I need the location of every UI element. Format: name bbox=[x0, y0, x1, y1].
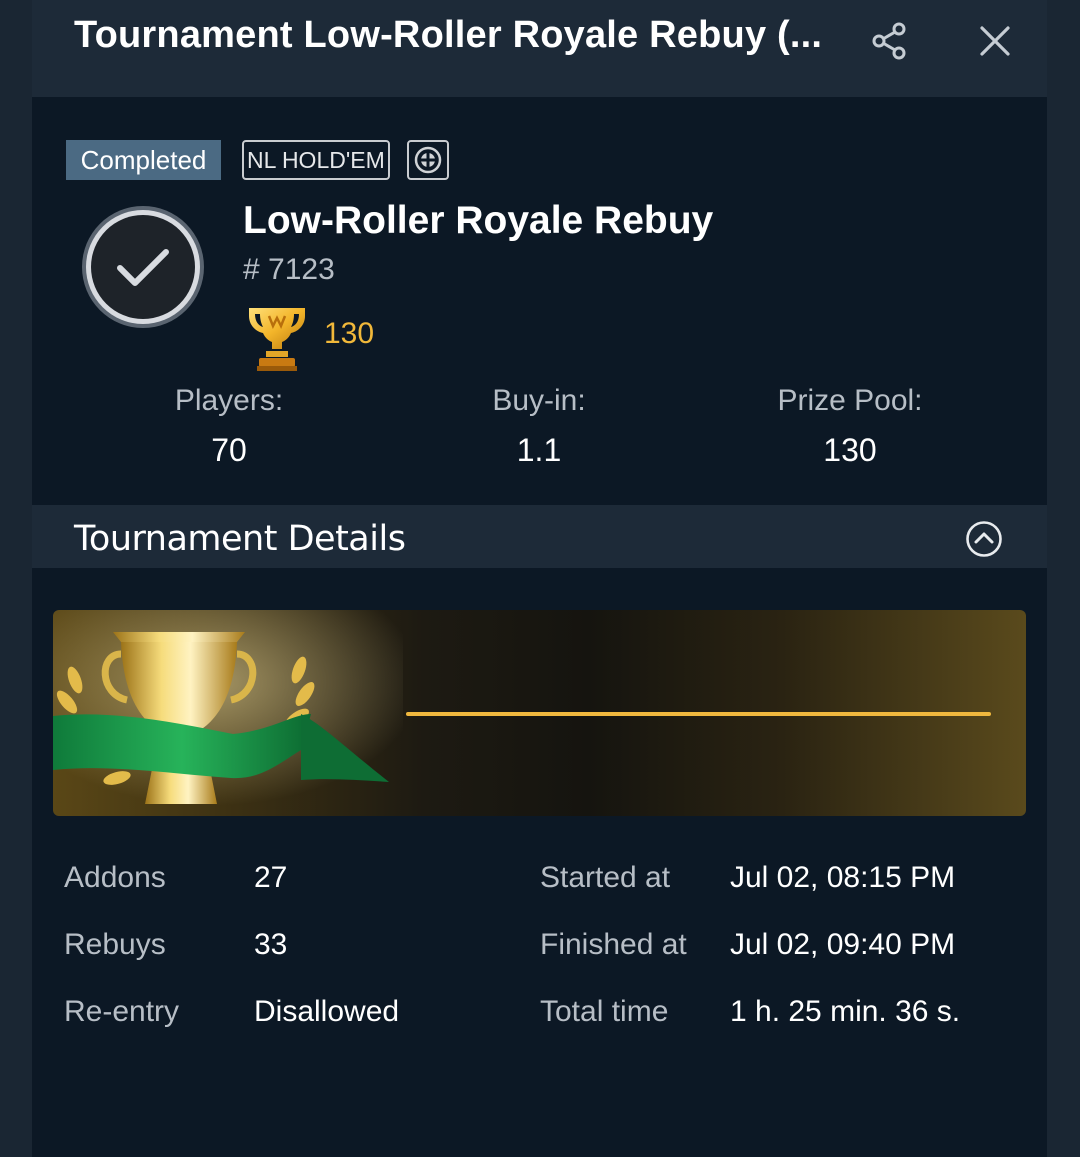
detail-value-rebuys: 33 bbox=[254, 928, 288, 961]
stat-value: 130 bbox=[823, 432, 877, 468]
trophy-icon bbox=[249, 308, 305, 371]
detail-value-total-time: 1 h. 25 min. 36 s. bbox=[730, 995, 961, 1028]
stat-buy-in: Buy-in: 1.1 bbox=[409, 384, 669, 469]
detail-value-re-entry: Disallowed bbox=[254, 995, 400, 1028]
status-check-indicator bbox=[78, 202, 208, 332]
game-option-icon bbox=[414, 146, 442, 174]
stat-players: Players: 70 bbox=[99, 384, 359, 469]
detail-label-started: Started at bbox=[540, 861, 671, 894]
stat-label: Buy-in: bbox=[492, 384, 586, 417]
winner-trophy bbox=[239, 300, 315, 376]
details-section-header[interactable]: Tournament Details bbox=[32, 505, 1047, 568]
left-edge bbox=[0, 0, 32, 1157]
check-circle-icon bbox=[82, 206, 204, 328]
stat-prize-pool: Prize Pool: 130 bbox=[720, 384, 980, 469]
app-header: Tournament Low-Roller Royale Rebuy (... bbox=[32, 0, 1047, 97]
share-button[interactable] bbox=[870, 20, 912, 62]
section-title: Tournament Details bbox=[74, 519, 406, 559]
status-badge: Completed bbox=[66, 140, 221, 180]
share-icon bbox=[872, 22, 906, 60]
trophy-laurel-illustration bbox=[53, 610, 403, 816]
detail-label-rebuys: Rebuys bbox=[64, 928, 166, 961]
chevron-up-circle-icon bbox=[966, 521, 1002, 557]
stat-label: Players: bbox=[174, 384, 284, 417]
collapse-button[interactable] bbox=[965, 520, 1003, 558]
close-icon bbox=[980, 26, 1010, 56]
right-edge bbox=[1046, 0, 1080, 1157]
stat-value: 1.1 bbox=[516, 432, 562, 468]
stat-value: 70 bbox=[211, 432, 247, 468]
detail-value-addons: 27 bbox=[254, 861, 288, 894]
detail-label-re-entry: Re-entry bbox=[64, 995, 180, 1028]
tournament-id: # 7123 bbox=[243, 253, 335, 286]
close-button[interactable] bbox=[974, 20, 1016, 62]
game-option-badge bbox=[407, 140, 449, 180]
detail-label-addons: Addons bbox=[64, 861, 166, 894]
stat-label: Prize Pool: bbox=[777, 384, 923, 417]
game-type-badge: NL HOLD'EM bbox=[242, 140, 390, 180]
banner-divider-line bbox=[406, 712, 991, 716]
detail-label-total-time: Total time bbox=[540, 995, 669, 1028]
winner-banner bbox=[53, 610, 1026, 816]
detail-value-finished: Jul 02, 09:40 PM bbox=[730, 928, 956, 961]
detail-label-finished: Finished at bbox=[540, 928, 687, 961]
detail-value-started: Jul 02, 08:15 PM bbox=[730, 861, 956, 894]
page-title: Tournament Low-Roller Royale Rebuy (... bbox=[74, 14, 823, 56]
prize-amount: 130 bbox=[324, 317, 375, 350]
tournament-details: Addons 27 Rebuys 33 Re-entry Disallowed … bbox=[32, 568, 1047, 1157]
tournament-name: Low-Roller Royale Rebuy bbox=[243, 199, 714, 242]
tournament-summary: Completed NL HOLD'EM Low-Roller Royale R… bbox=[32, 97, 1047, 505]
